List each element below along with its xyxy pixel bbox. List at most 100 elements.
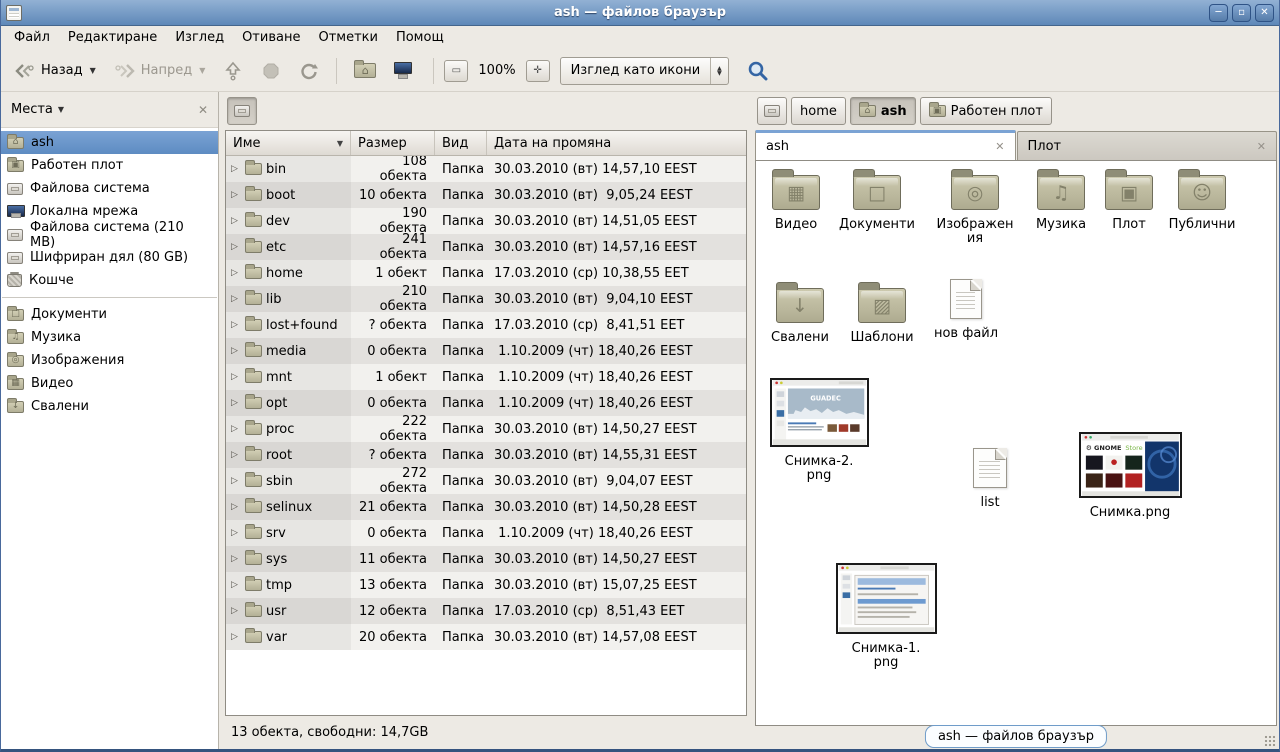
expander-icon[interactable]: ▷: [231, 294, 241, 304]
expander-icon[interactable]: ▷: [231, 320, 241, 330]
view-mode-select[interactable]: Изглед като икони ▲▼: [560, 57, 729, 85]
icon-view[interactable]: ▦ Видео □ Документи ◎ Изображения ♫ Музи…: [755, 160, 1277, 726]
folder-images[interactable]: ◎ Изображения: [936, 168, 1014, 246]
breadcrumb-desktop-button[interactable]: ▣ Работен плот: [920, 97, 1052, 125]
expander-icon[interactable]: ▷: [231, 606, 241, 616]
file-list-doc[interactable]: list: [942, 448, 1038, 510]
breadcrumb-root-button[interactable]: [757, 97, 787, 125]
maximize-button[interactable]: ▫: [1232, 4, 1251, 22]
tab-close-icon[interactable]: ✕: [1257, 140, 1266, 153]
table-row[interactable]: ▷ home 1 обект Папка 17.03.2010 (ср) 10,…: [226, 260, 746, 286]
reload-button[interactable]: [292, 56, 326, 86]
file-snimka-2[interactable]: GUADEC Снимка-2.png: [769, 378, 869, 483]
back-dropdown-icon[interactable]: ▼: [90, 66, 96, 75]
file-snimka-1[interactable]: Снимка-1.png: [835, 563, 937, 670]
expander-icon[interactable]: ▷: [231, 216, 241, 226]
table-row[interactable]: ▷ proc 222 обекта Папка 30.03.2010 (вт) …: [226, 416, 746, 442]
forward-button[interactable]: Напред ▼: [107, 58, 213, 84]
expander-icon[interactable]: ▷: [231, 424, 241, 434]
expander-icon[interactable]: ▷: [231, 164, 241, 174]
folder-desktop[interactable]: ▣ Плот: [1089, 168, 1169, 232]
table-row[interactable]: ▷ usr 12 обекта Папка 17.03.2010 (ср) 8,…: [226, 598, 746, 624]
expander-icon[interactable]: ▷: [231, 268, 241, 278]
table-row[interactable]: ▷ opt 0 обекта Папка 1.10.2009 (чт) 18,4…: [226, 390, 746, 416]
table-row[interactable]: ▷ lib 210 обекта Папка 30.03.2010 (вт) 9…: [226, 286, 746, 312]
folder-documents[interactable]: □ Документи: [837, 168, 917, 232]
sidebar-item-trash[interactable]: Кошче: [1, 269, 218, 292]
expander-icon[interactable]: ▷: [231, 398, 241, 408]
search-button[interactable]: [741, 56, 775, 86]
table-row[interactable]: ▷ tmp 13 обекта Папка 30.03.2010 (вт) 15…: [226, 572, 746, 598]
sidebar-item-filesystem[interactable]: Файлова система: [1, 177, 218, 200]
table-row[interactable]: ▷ etc 241 обекта Папка 30.03.2010 (вт) 1…: [226, 234, 746, 260]
file-new-file[interactable]: нов файл: [926, 279, 1006, 341]
minimize-button[interactable]: ─: [1209, 4, 1228, 22]
sidebar-item-music[interactable]: ♫ Музика: [1, 326, 218, 349]
sidebar-item-desktop[interactable]: ▣ Работен плот: [1, 154, 218, 177]
expander-icon[interactable]: ▷: [231, 554, 241, 564]
menu-view[interactable]: Изглед: [166, 26, 233, 50]
expander-icon[interactable]: ▷: [231, 450, 241, 460]
sidebar-mode-select[interactable]: Места ▼: [11, 102, 64, 117]
stop-button[interactable]: [254, 56, 288, 86]
folder-public[interactable]: ☺ Публични: [1160, 168, 1244, 232]
expander-icon[interactable]: ▷: [231, 502, 241, 512]
sidebar-item-documents[interactable]: □ Документи: [1, 303, 218, 326]
menu-file[interactable]: Файл: [5, 26, 59, 50]
expander-icon[interactable]: ▷: [231, 476, 241, 486]
expander-icon[interactable]: ▷: [231, 372, 241, 382]
sidebar-item-images[interactable]: ◎ Изображения: [1, 349, 218, 372]
tab-close-icon[interactable]: ✕: [995, 140, 1004, 153]
table-row[interactable]: ▷ srv 0 обекта Папка 1.10.2009 (чт) 18,4…: [226, 520, 746, 546]
breadcrumb-root-button[interactable]: [227, 97, 257, 125]
computer-button[interactable]: [387, 57, 423, 84]
close-button[interactable]: ✕: [1255, 4, 1274, 22]
expander-icon[interactable]: ▷: [231, 528, 241, 538]
tab-plot[interactable]: Плот ✕: [1017, 131, 1278, 160]
folder-templates[interactable]: ▨ Шаблони: [842, 281, 922, 345]
resize-grip[interactable]: [1264, 735, 1276, 747]
file-snimka[interactable]: ⚙ GNOME Store Снимка.png: [1078, 432, 1182, 520]
table-row[interactable]: ▷ boot 10 обекта Папка 30.03.2010 (вт) 9…: [226, 182, 746, 208]
home-button[interactable]: ⌂: [347, 58, 383, 83]
expander-icon[interactable]: ▷: [231, 346, 241, 356]
column-header-date[interactable]: Дата на промяна: [487, 131, 746, 155]
menu-bookmarks[interactable]: Отметки: [309, 26, 386, 50]
table-row[interactable]: ▷ dev 190 обекта Папка 30.03.2010 (вт) 1…: [226, 208, 746, 234]
expander-icon[interactable]: ▷: [231, 580, 241, 590]
folder-downloads[interactable]: ↓ Свалени: [760, 281, 840, 345]
sidebar-item-encrypted-80gb[interactable]: Шифриран дял (80 GB): [1, 246, 218, 269]
menu-go[interactable]: Отиване: [233, 26, 309, 50]
column-header-size[interactable]: Размер: [351, 131, 435, 155]
tab-ash[interactable]: ash ✕: [755, 130, 1016, 160]
back-button[interactable]: Назад ▼: [7, 58, 103, 84]
breadcrumb-ash-button[interactable]: ⌂ ash: [850, 97, 916, 125]
expander-icon[interactable]: ▷: [231, 190, 241, 200]
zoom-out-button[interactable]: ▭: [444, 60, 468, 82]
expander-icon[interactable]: ▷: [231, 242, 241, 252]
sidebar-item-home[interactable]: ⌂ ash: [1, 131, 218, 154]
table-row[interactable]: ▷ sbin 272 обекта Папка 30.03.2010 (вт) …: [226, 468, 746, 494]
table-row[interactable]: ▷ root ? обекта Папка 30.03.2010 (вт) 14…: [226, 442, 746, 468]
menu-help[interactable]: Помощ: [387, 26, 453, 50]
breadcrumb-home-button[interactable]: home: [791, 97, 846, 125]
column-header-type[interactable]: Вид: [435, 131, 487, 155]
sidebar-item-filesystem-210mb[interactable]: Файлова система (210 MB): [1, 223, 218, 246]
table-row[interactable]: ▷ media 0 обекта Папка 1.10.2009 (чт) 18…: [226, 338, 746, 364]
titlebar[interactable]: ash — файлов браузър ─ ▫ ✕: [1, 0, 1279, 26]
menu-edit[interactable]: Редактиране: [59, 26, 166, 50]
table-row[interactable]: ▷ sys 11 обекта Папка 30.03.2010 (вт) 14…: [226, 546, 746, 572]
sidebar-item-video[interactable]: ▦ Видео: [1, 372, 218, 395]
column-header-name[interactable]: Име ▼: [226, 131, 351, 155]
up-button[interactable]: [216, 56, 250, 86]
sidebar-close-icon[interactable]: ✕: [198, 103, 208, 117]
expander-icon[interactable]: ▷: [231, 632, 241, 642]
table-row[interactable]: ▷ bin 108 обекта Папка 30.03.2010 (вт) 1…: [226, 156, 746, 182]
table-row[interactable]: ▷ selinux 21 обекта Папка 30.03.2010 (вт…: [226, 494, 746, 520]
forward-dropdown-icon[interactable]: ▼: [199, 66, 205, 75]
table-row[interactable]: ▷ mnt 1 обект Папка 1.10.2009 (чт) 18,40…: [226, 364, 746, 390]
table-row[interactable]: ▷ lost+found ? обекта Папка 17.03.2010 (…: [226, 312, 746, 338]
sidebar-item-downloads[interactable]: ↓ Свалени: [1, 395, 218, 418]
folder-video[interactable]: ▦ Видео: [756, 168, 836, 232]
table-row[interactable]: ▷ var 20 обекта Папка 30.03.2010 (вт) 14…: [226, 624, 746, 650]
